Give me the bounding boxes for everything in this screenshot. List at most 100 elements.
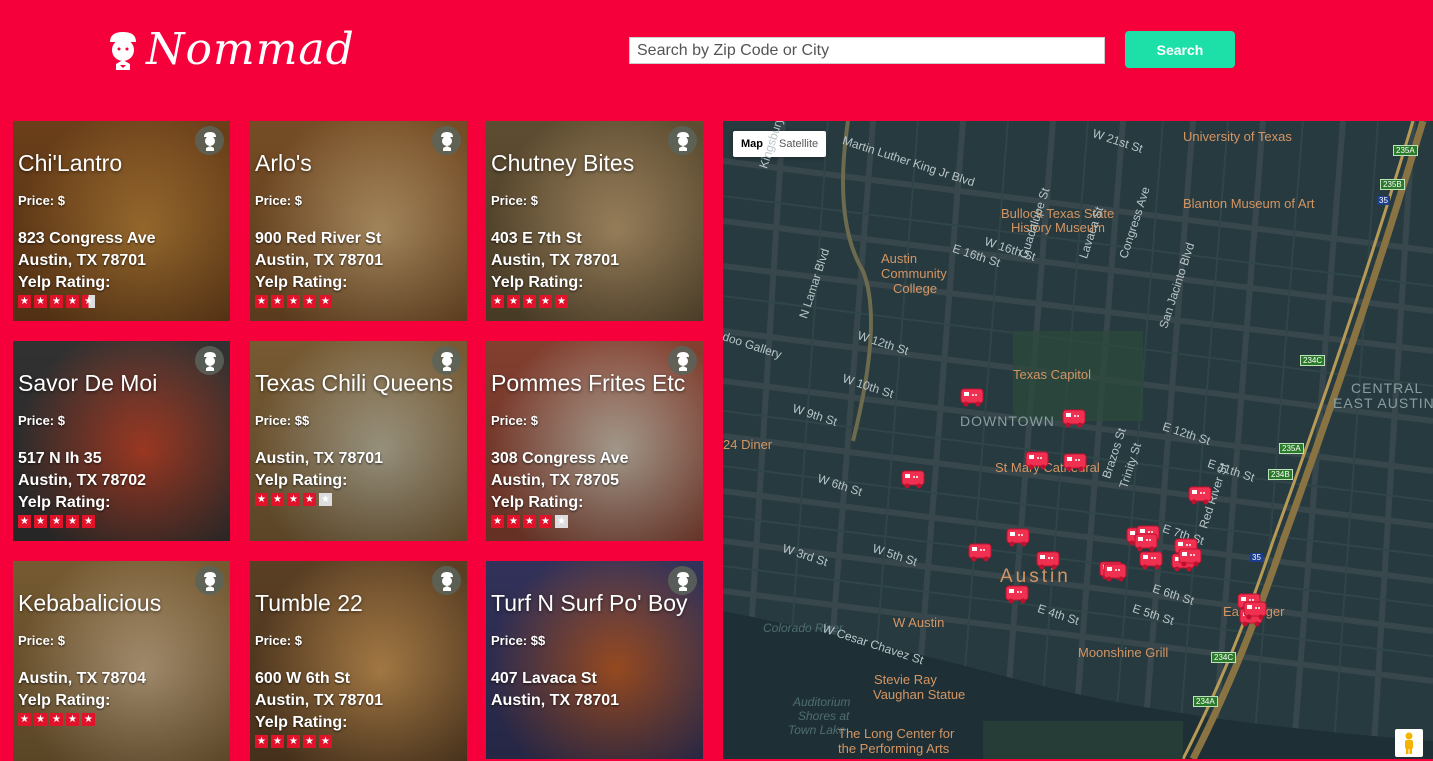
truck-card[interactable]: Kebabalicious Price: $ Austin, TX 78704 Yel… (13, 561, 230, 761)
star-icon: ★ (50, 515, 63, 528)
star-icon: ★ (50, 295, 63, 308)
highway-shield: 35 (1377, 196, 1390, 205)
star-icon: ★ (82, 515, 95, 528)
truck-card[interactable]: Arlo's Price: $ 900 Red River St Austin, TX… (250, 121, 467, 321)
map-label[interactable]: 24 Diner (723, 437, 772, 452)
truck-name[interactable]: Turf N Surf Po' Boy (491, 587, 698, 619)
map-label[interactable]: The Long Center for (838, 726, 954, 741)
food-truck-marker-icon[interactable] (1178, 546, 1202, 568)
truck-detail-line: 900 Red River St (255, 230, 382, 247)
star-icon: ★ (539, 515, 552, 528)
truck-card-grid: Chi'Lantro Price: $ 823 Congress Ave Austin… (0, 120, 722, 761)
truck-name[interactable]: Savor De Moi (18, 367, 225, 399)
food-truck-marker-icon[interactable] (1243, 599, 1267, 621)
truck-detail-line: Yelp Rating: (255, 274, 348, 291)
food-truck-marker-icon[interactable] (1036, 549, 1060, 571)
star-icon: ★ (18, 295, 31, 308)
truck-detail-line: 403 E 7th St (491, 230, 582, 247)
truck-name[interactable]: Arlo's (255, 147, 462, 179)
yelp-stars: ★ ★ ★ ★ ★ (255, 493, 462, 506)
map-label[interactable]: Vaughan Statue (873, 687, 965, 702)
truck-name[interactable]: Tumble 22 (255, 587, 462, 619)
truck-price: Price: $ (18, 193, 65, 208)
food-truck-marker-icon[interactable] (1103, 561, 1127, 583)
food-truck-marker-icon[interactable] (1006, 526, 1030, 548)
map-label: DOWNTOWN (960, 413, 1055, 429)
star-icon: ★ (34, 295, 47, 308)
map-view[interactable]: Map Satellite University of Texas Blanton… (723, 121, 1433, 759)
truck-card[interactable]: Savor De Moi Price: $ 517 N Ih 35 Austin, T… (13, 341, 230, 541)
star-icon: ★ (50, 713, 63, 726)
truck-card[interactable]: Pommes Frites Etc Price: $ 308 Congress Av… (486, 341, 703, 541)
chef-face-icon (110, 31, 136, 70)
star-icon: ★ (523, 515, 536, 528)
map-label[interactable]: the Performing Arts (838, 741, 949, 756)
map-label[interactable]: Stevie Ray (874, 672, 937, 687)
food-truck-marker-icon[interactable] (1062, 407, 1086, 429)
truck-name[interactable]: Kebabalicious (18, 587, 225, 619)
map-label[interactable]: W Austin (893, 615, 944, 630)
food-truck-marker-icon[interactable] (1005, 583, 1029, 605)
star-icon: ★ (18, 515, 31, 528)
street-view-pegman-icon[interactable] (1395, 729, 1423, 757)
star-icon: ★ (507, 515, 520, 528)
truck-card[interactable]: Texas Chili Queens Price: $$ Austin, TX 78… (250, 341, 467, 541)
star-icon: ★ (287, 735, 300, 748)
star-icon: ★ (319, 735, 332, 748)
yelp-stars: ★ ★ ★ ★ ★ (18, 515, 225, 528)
star-icon: ★ (271, 493, 284, 506)
star-icon: ★ (255, 493, 268, 506)
nommad-logo[interactable]: Nommad (104, 24, 355, 75)
map-label[interactable]: University of Texas (1183, 129, 1292, 144)
map-label[interactable]: College (893, 281, 937, 296)
truck-name[interactable]: Chi'Lantro (18, 147, 225, 179)
star-icon: ★ (555, 515, 568, 528)
truck-detail-line: 407 Lavaca St (491, 670, 597, 687)
star-icon: ★ (287, 493, 300, 506)
search-button[interactable]: Search (1125, 31, 1235, 68)
map-label[interactable]: Moonshine Grill (1078, 645, 1168, 660)
star-icon: ★ (82, 295, 95, 308)
star-icon: ★ (34, 713, 47, 726)
star-icon: ★ (66, 295, 79, 308)
search-input[interactable] (629, 37, 1105, 64)
truck-card[interactable]: Chi'Lantro Price: $ 823 Congress Ave Austin… (13, 121, 230, 321)
star-icon: ★ (303, 735, 316, 748)
truck-detail-line: Austin, TX 78701 (491, 692, 620, 709)
map-label: CENTRAL (1351, 380, 1424, 396)
truck-card[interactable]: Tumble 22 Price: $ 600 W 6th St Austin, TX … (250, 561, 467, 761)
food-truck-marker-icon[interactable] (901, 468, 925, 490)
star-icon: ★ (66, 515, 79, 528)
truck-price: Price: $$ (491, 633, 546, 648)
star-icon: ★ (555, 295, 568, 308)
food-truck-marker-icon[interactable] (1188, 484, 1212, 506)
truck-detail-line: Austin, TX 78701 (255, 252, 384, 269)
food-truck-marker-icon[interactable] (968, 541, 992, 563)
truck-detail-line: 308 Congress Ave (491, 450, 629, 467)
header: Nommad Search (0, 0, 1433, 120)
truck-name[interactable]: Texas Chili Queens (255, 367, 462, 399)
food-truck-marker-icon[interactable] (1025, 449, 1049, 471)
map-label: Shores at (798, 709, 850, 723)
map-label[interactable]: Texas Capitol (1013, 367, 1091, 382)
truck-name[interactable]: Pommes Frites Etc (491, 367, 698, 399)
truck-name[interactable]: Chutney Bites (491, 147, 698, 179)
food-truck-marker-icon[interactable] (1063, 451, 1087, 473)
truck-detail-line: Yelp Rating: (255, 714, 348, 731)
truck-detail-line: 517 N Ih 35 (18, 450, 102, 467)
map-label[interactable]: Blanton Museum of Art (1183, 196, 1315, 211)
map-label[interactable]: Austin (881, 251, 917, 266)
star-icon: ★ (539, 295, 552, 308)
food-truck-marker-icon[interactable] (960, 386, 984, 408)
highway-shield: 234C (1211, 652, 1237, 663)
truck-price: Price: $ (255, 633, 302, 648)
truck-price: Price: $$ (255, 413, 310, 428)
highway-shield: 234B (1268, 469, 1293, 480)
star-icon: ★ (271, 295, 284, 308)
yelp-stars: ★ ★ ★ ★ ★ (255, 735, 462, 748)
star-icon: ★ (271, 735, 284, 748)
truck-card[interactable]: Turf N Surf Po' Boy Price: $$ 407 Lavaca S… (486, 561, 703, 759)
truck-card[interactable]: Chutney Bites Price: $ 403 E 7th St Austin,… (486, 121, 703, 321)
map-label[interactable]: Community (881, 266, 947, 281)
food-truck-marker-icon[interactable] (1134, 531, 1158, 553)
